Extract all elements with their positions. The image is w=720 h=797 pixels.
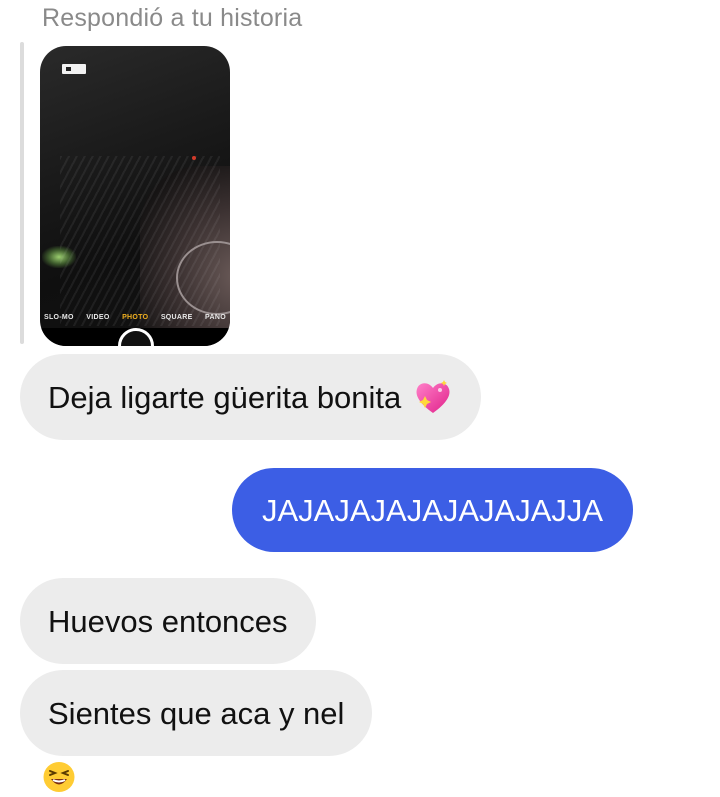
message-bubble-received[interactable]: Huevos entonces (20, 578, 316, 664)
laughing-face-icon[interactable] (42, 760, 76, 792)
message-bubble-received[interactable]: Deja ligarte güerita bonita (20, 354, 482, 440)
reply-to-story-label: Respondió a tu historia (42, 4, 303, 32)
message-bubble-received[interactable]: Sientes que aca y nel (20, 670, 373, 756)
camera-mode-pano: PANO (205, 314, 226, 321)
camera-mode-photo: PHOTO (122, 314, 149, 321)
camera-badge-icon (62, 64, 86, 74)
reply-indicator-line (20, 42, 24, 344)
camera-mode-slomo: SLO-MO (44, 314, 74, 321)
message-text: Huevos entonces (48, 603, 288, 639)
sparkling-heart-icon (413, 378, 453, 416)
camera-mode-video: VIDEO (86, 314, 110, 321)
message-text: JAJAJAJAJAJAJAJAJJA (262, 492, 604, 528)
story-preview-thumbnail[interactable]: SLO-MO VIDEO PHOTO SQUARE PANO (40, 46, 230, 346)
camera-mode-square: SQUARE (160, 314, 193, 321)
message-bubble-sent[interactable]: JAJAJAJAJAJAJAJAJJA (232, 468, 634, 552)
message-text: Deja ligarte güerita bonita (48, 379, 402, 415)
message-text: Sientes que aca y nel (48, 695, 345, 731)
camera-mode-bar: SLO-MO VIDEO PHOTO SQUARE PANO (40, 314, 230, 328)
recording-dot-icon (192, 156, 196, 160)
